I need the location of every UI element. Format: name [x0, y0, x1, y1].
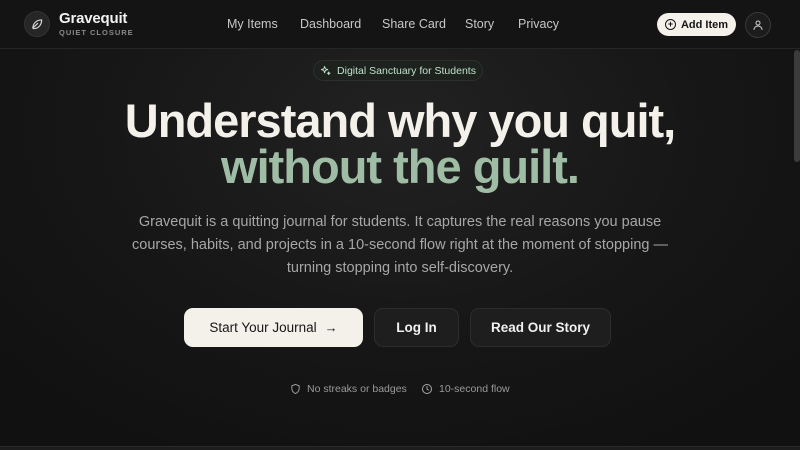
headline-line-2: without the guilt. [221, 140, 580, 193]
clock-icon [422, 384, 432, 394]
feature-ten-second-label: 10-second flow [439, 383, 510, 395]
hero-badge: Digital Sanctuary for Students [313, 60, 483, 81]
add-item-button[interactable]: + Add Item [657, 13, 736, 36]
feature-ten-second: 10-second flow [421, 383, 510, 395]
read-story-label: Read Our Story [490, 320, 591, 335]
hero-badge-label: Digital Sanctuary for Students [337, 64, 476, 77]
top-header: Gravequit QUIET CLOSURE My Items Dashboa… [0, 0, 800, 49]
feature-no-streaks-label: No streaks or badges [307, 383, 407, 395]
read-story-button[interactable]: Read Our Story [470, 308, 611, 347]
landing-page: Gravequit QUIET CLOSURE My Items Dashboa… [0, 0, 800, 450]
nav-item-privacy[interactable]: Privacy [518, 17, 559, 31]
sparkles-icon [320, 65, 331, 76]
nav-item-dashboard[interactable]: Dashboard [300, 17, 361, 31]
section-divider [0, 446, 800, 450]
start-journal-label: Start Your Journal [209, 320, 317, 335]
nav-item-my-items[interactable]: My Items [227, 17, 278, 31]
user-icon [753, 20, 763, 30]
plus-circle-icon: + [664, 19, 676, 30]
hero-headline: Understand why you quit, without the gui… [0, 94, 800, 193]
shield-icon [291, 383, 300, 395]
nav-item-share-card[interactable]: Share Card [382, 17, 446, 31]
nav-item-story[interactable]: Story [465, 17, 494, 31]
headline-line-1: Understand why you quit, [124, 94, 676, 147]
user-menu-button[interactable] [745, 12, 771, 38]
add-item-label: Add Item [680, 18, 729, 31]
login-label: Log In [396, 320, 437, 335]
feature-no-streaks: No streaks or badges [290, 383, 407, 395]
arrow-right-icon: → [324, 320, 338, 335]
hero-description: Gravequit is a quitting journal for stud… [132, 214, 668, 276]
login-button[interactable]: Log In [374, 308, 459, 347]
start-journal-button[interactable]: Start Your Journal → [184, 308, 363, 347]
